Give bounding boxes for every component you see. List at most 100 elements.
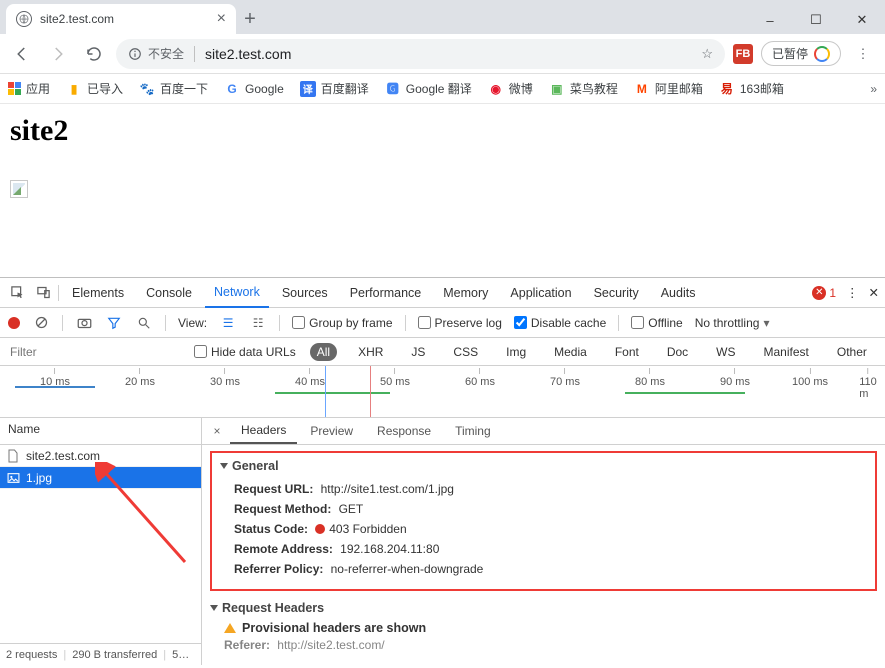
timeline-bar <box>275 392 390 394</box>
device-toggle-icon[interactable] <box>32 285 54 300</box>
load-marker <box>370 366 371 417</box>
timeline-tick: 50 ms <box>380 368 410 388</box>
request-row[interactable]: site2.test.com <box>0 445 201 467</box>
capture-screenshot-icon[interactable] <box>75 316 93 329</box>
tab-network[interactable]: Network <box>205 278 269 308</box>
forward-button[interactable] <box>44 40 72 68</box>
hide-data-urls-checkbox[interactable]: Hide data URLs <box>194 345 296 359</box>
reload-button[interactable] <box>80 40 108 68</box>
filter-type-all[interactable]: All <box>310 343 337 361</box>
domcontent-marker <box>325 366 326 417</box>
google-icon: G <box>224 81 240 97</box>
group-by-frame-checkbox[interactable]: Group by frame <box>292 316 392 330</box>
request-headers-section-title[interactable]: Request Headers <box>210 601 877 615</box>
divider <box>405 315 406 331</box>
devtools-close-button[interactable]: ✕ <box>869 285 879 300</box>
close-tab-icon[interactable]: × <box>217 10 226 28</box>
disable-cache-checkbox[interactable]: Disable cache <box>514 316 606 330</box>
address-bar[interactable]: 不安全 site2.test.com ☆ <box>116 39 725 69</box>
large-rows-icon[interactable]: ☰ <box>219 316 237 330</box>
bookmark-star-icon[interactable]: ☆ <box>701 46 713 62</box>
preserve-log-checkbox[interactable]: Preserve log <box>418 316 502 330</box>
extension-fb-icon[interactable]: FB <box>733 44 753 64</box>
detail-tab-preview[interactable]: Preview <box>299 419 364 443</box>
security-text: 不安全 <box>148 45 184 62</box>
throttling-select[interactable]: No throttling ▾ <box>695 316 770 330</box>
clear-button[interactable] <box>32 315 50 330</box>
profile-paused-chip[interactable]: 已暂停 <box>761 41 841 66</box>
close-window-button[interactable]: ✕ <box>839 6 885 34</box>
timeline-overview[interactable]: 10 ms 20 ms 30 ms 40 ms 50 ms 60 ms 70 m… <box>0 366 885 418</box>
request-name: 1.jpg <box>26 471 52 485</box>
timeline-tick: 60 ms <box>465 368 495 388</box>
tab-application[interactable]: Application <box>501 279 580 307</box>
tab-security[interactable]: Security <box>585 279 648 307</box>
maximize-button[interactable]: ☐ <box>793 6 839 34</box>
timeline-tick: 40 ms <box>295 368 325 388</box>
devtools-panel: Elements Console Network Sources Perform… <box>0 277 885 665</box>
timeline-tick: 20 ms <box>125 368 155 388</box>
record-button[interactable] <box>8 317 20 329</box>
bookmark-item[interactable]: M阿里邮箱 <box>634 80 703 97</box>
divider <box>618 315 619 331</box>
bookmarks-overflow-button[interactable]: » <box>870 82 877 96</box>
close-detail-button[interactable]: × <box>206 424 228 438</box>
bookmark-item[interactable]: 🐾百度一下 <box>139 80 208 97</box>
bookmark-item[interactable]: GGoogle <box>224 81 284 97</box>
filter-type-font[interactable]: Font <box>608 343 646 361</box>
filter-type-manifest[interactable]: Manifest <box>757 343 816 361</box>
filter-type-ws[interactable]: WS <box>709 343 742 361</box>
apps-button[interactable]: 应用 <box>8 80 50 97</box>
search-icon[interactable] <box>135 316 153 330</box>
tab-sources[interactable]: Sources <box>273 279 337 307</box>
filter-type-other[interactable]: Other <box>830 343 874 361</box>
filter-toggle-icon[interactable] <box>105 316 123 330</box>
tab-audits[interactable]: Audits <box>652 279 705 307</box>
apps-label: 应用 <box>26 80 50 97</box>
timeline-tick: 90 ms <box>720 368 750 388</box>
error-badge[interactable]: ✕1 <box>812 286 836 300</box>
filter-input[interactable] <box>10 345 180 359</box>
filter-type-doc[interactable]: Doc <box>660 343 695 361</box>
site-security-chip[interactable]: 不安全 <box>128 45 184 62</box>
tab-console[interactable]: Console <box>137 279 201 307</box>
kv-referer: Referer: http://site2.test.com/ <box>210 635 877 655</box>
tab-elements[interactable]: Elements <box>63 279 133 307</box>
waterfall-icon[interactable]: ☷ <box>249 316 267 330</box>
minimize-button[interactable]: – <box>747 6 793 34</box>
bookmark-item[interactable]: 🅶Google 翻译 <box>385 80 472 97</box>
browser-menu-button[interactable]: ⋮ <box>849 46 877 62</box>
inspect-element-icon[interactable] <box>6 285 28 300</box>
browser-toolbar: 不安全 site2.test.com ☆ FB 已暂停 ⋮ <box>0 34 885 74</box>
devtools-menu-button[interactable]: ⋮ <box>846 285 859 300</box>
browser-tab[interactable]: site2.test.com × <box>6 4 236 34</box>
offline-checkbox[interactable]: Offline <box>631 316 682 330</box>
bookmark-item[interactable]: 易163邮箱 <box>719 80 784 97</box>
filter-type-img[interactable]: Img <box>499 343 533 361</box>
detail-tab-timing[interactable]: Timing <box>444 419 502 443</box>
window-titlebar: site2.test.com × + – ☐ ✕ <box>0 0 885 34</box>
general-section-title[interactable]: General <box>220 459 867 473</box>
back-button[interactable] <box>8 40 36 68</box>
filter-type-css[interactable]: CSS <box>446 343 485 361</box>
bookmark-item[interactable]: ▮已导入 <box>66 80 123 97</box>
tab-performance[interactable]: Performance <box>341 279 431 307</box>
filter-type-media[interactable]: Media <box>547 343 594 361</box>
request-row[interactable]: 1.jpg <box>0 467 201 489</box>
detail-tab-response[interactable]: Response <box>366 419 442 443</box>
error-icon: ✕ <box>812 286 826 300</box>
filter-type-xhr[interactable]: XHR <box>351 343 390 361</box>
status-more: 5… <box>172 649 189 661</box>
kv-request-url: Request URL: http://site1.test.com/1.jpg <box>220 479 867 499</box>
request-list-header[interactable]: Name <box>0 418 201 445</box>
collapse-icon <box>220 463 228 469</box>
filter-type-js[interactable]: JS <box>404 343 432 361</box>
bookmark-item[interactable]: 译百度翻译 <box>300 80 369 97</box>
new-tab-button[interactable]: + <box>236 4 264 34</box>
tab-memory[interactable]: Memory <box>434 279 497 307</box>
bookmark-item[interactable]: ◉微博 <box>488 80 533 97</box>
detail-tab-headers[interactable]: Headers <box>230 418 297 444</box>
network-filter-bar: Hide data URLs All XHR JS CSS Img Media … <box>0 338 885 366</box>
bookmark-item[interactable]: ▣菜鸟教程 <box>549 80 618 97</box>
info-icon <box>128 47 142 61</box>
